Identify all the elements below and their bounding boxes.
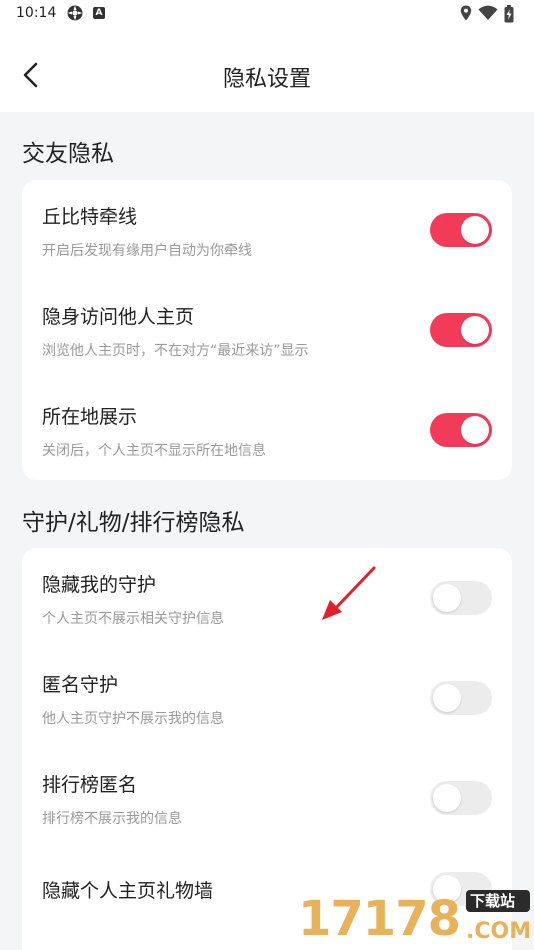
status-bar: 10:14 A [0,0,534,30]
toggle-knob [433,584,461,612]
toggle-knob [461,216,489,244]
page-title: 隐私设置 [222,67,311,92]
setting-label: 隐藏我的守护 [42,574,157,596]
setting-desc: 他人主页守护不展示我的信息 [42,711,224,727]
battery-icon [504,5,514,23]
nav-bar: 隐私设置 [0,30,534,112]
setting-row-rank-anonymous: 排行榜匿名 排行榜不展示我的信息 [22,748,512,848]
status-icons [460,5,520,23]
wifi-icon [478,5,498,20]
watermark-digits: 17178 [298,891,461,947]
cupid-toggle[interactable] [430,213,492,247]
invisible-visit-toggle[interactable] [430,313,492,347]
setting-row-anonymous-guard: 匿名守护 他人主页守护不展示我的信息 [22,648,512,748]
friend-privacy-card: 丘比特牵线 开启后发现有缘用户自动为你牵线 隐身访问他人主页 浏览他人主页时，不… [22,180,512,480]
toggle-knob [433,784,461,812]
setting-desc: 浏览他人主页时，不在对方“最近来访”显示 [42,343,309,359]
setting-label: 隐身访问他人主页 [42,306,195,328]
setting-desc: 个人主页不展示相关守护信息 [42,611,224,627]
status-time: 10:14 [16,5,57,21]
setting-desc: 排行榜不展示我的信息 [42,811,182,827]
setting-row-cupid: 丘比特牵线 开启后发现有缘用户自动为你牵线 [22,180,512,280]
hide-guard-toggle[interactable] [430,581,492,615]
setting-desc: 关闭后，个人主页不显示所在地信息 [42,443,266,459]
setting-label: 隐藏个人主页礼物墙 [42,880,214,902]
setting-label: 匿名守护 [42,674,119,696]
watermark-top-label: 下载站 [470,892,516,910]
setting-row-location: 所在地展示 关闭后，个人主页不显示所在地信息 [22,380,512,480]
location-icon [460,5,472,21]
setting-row-hide-guard: 隐藏我的守护 个人主页不展示相关守护信息 [22,548,512,648]
location-toggle[interactable] [430,413,492,447]
anonymous-guard-toggle[interactable] [430,681,492,715]
setting-label: 所在地展示 [42,406,138,428]
rank-anonymous-toggle[interactable] [430,781,492,815]
section-title-guard-gift-rank: 守护/礼物/排行榜隐私 [22,510,245,536]
setting-desc: 开启后发现有缘用户自动为你牵线 [42,243,252,259]
setting-row-invisible-visit: 隐身访问他人主页 浏览他人主页时，不在对方“最近来访”显示 [22,280,512,380]
a-badge-icon: A [93,7,105,19]
setting-label: 排行榜匿名 [42,774,138,796]
toggle-knob [433,684,461,712]
annotation-arrow-icon [322,566,376,620]
section-title-friend-privacy: 交友隐私 [22,141,114,167]
toggle-knob [461,416,489,444]
setting-label: 丘比特牵线 [42,206,138,228]
settings-gear-icon [67,5,83,21]
watermark-domain: .COM [466,919,532,944]
watermark-logo: 17178 下载站 .COM [294,888,534,950]
toggle-knob [461,316,489,344]
